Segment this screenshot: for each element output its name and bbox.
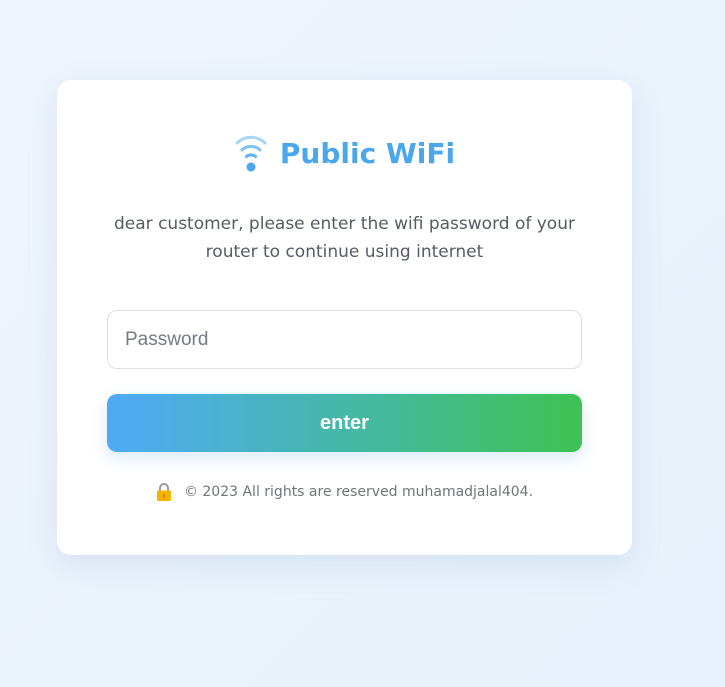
- lock-icon: [156, 483, 171, 501]
- footer: © 2023 All rights are reserved muhamadja…: [57, 480, 632, 504]
- login-card: Public WiFi dear customer, please enter …: [57, 80, 632, 555]
- copyright-text: © 2023 All rights are reserved muhamadja…: [183, 484, 534, 500]
- password-input[interactable]: [107, 310, 582, 369]
- enter-button[interactable]: enter: [107, 394, 582, 452]
- brand-title: Public WiFi: [279, 137, 456, 170]
- wifi-icon: [235, 135, 267, 172]
- brand-header: Public WiFi: [57, 132, 632, 176]
- instruction-message: dear customer, please enter the wifi pas…: [114, 214, 575, 262]
